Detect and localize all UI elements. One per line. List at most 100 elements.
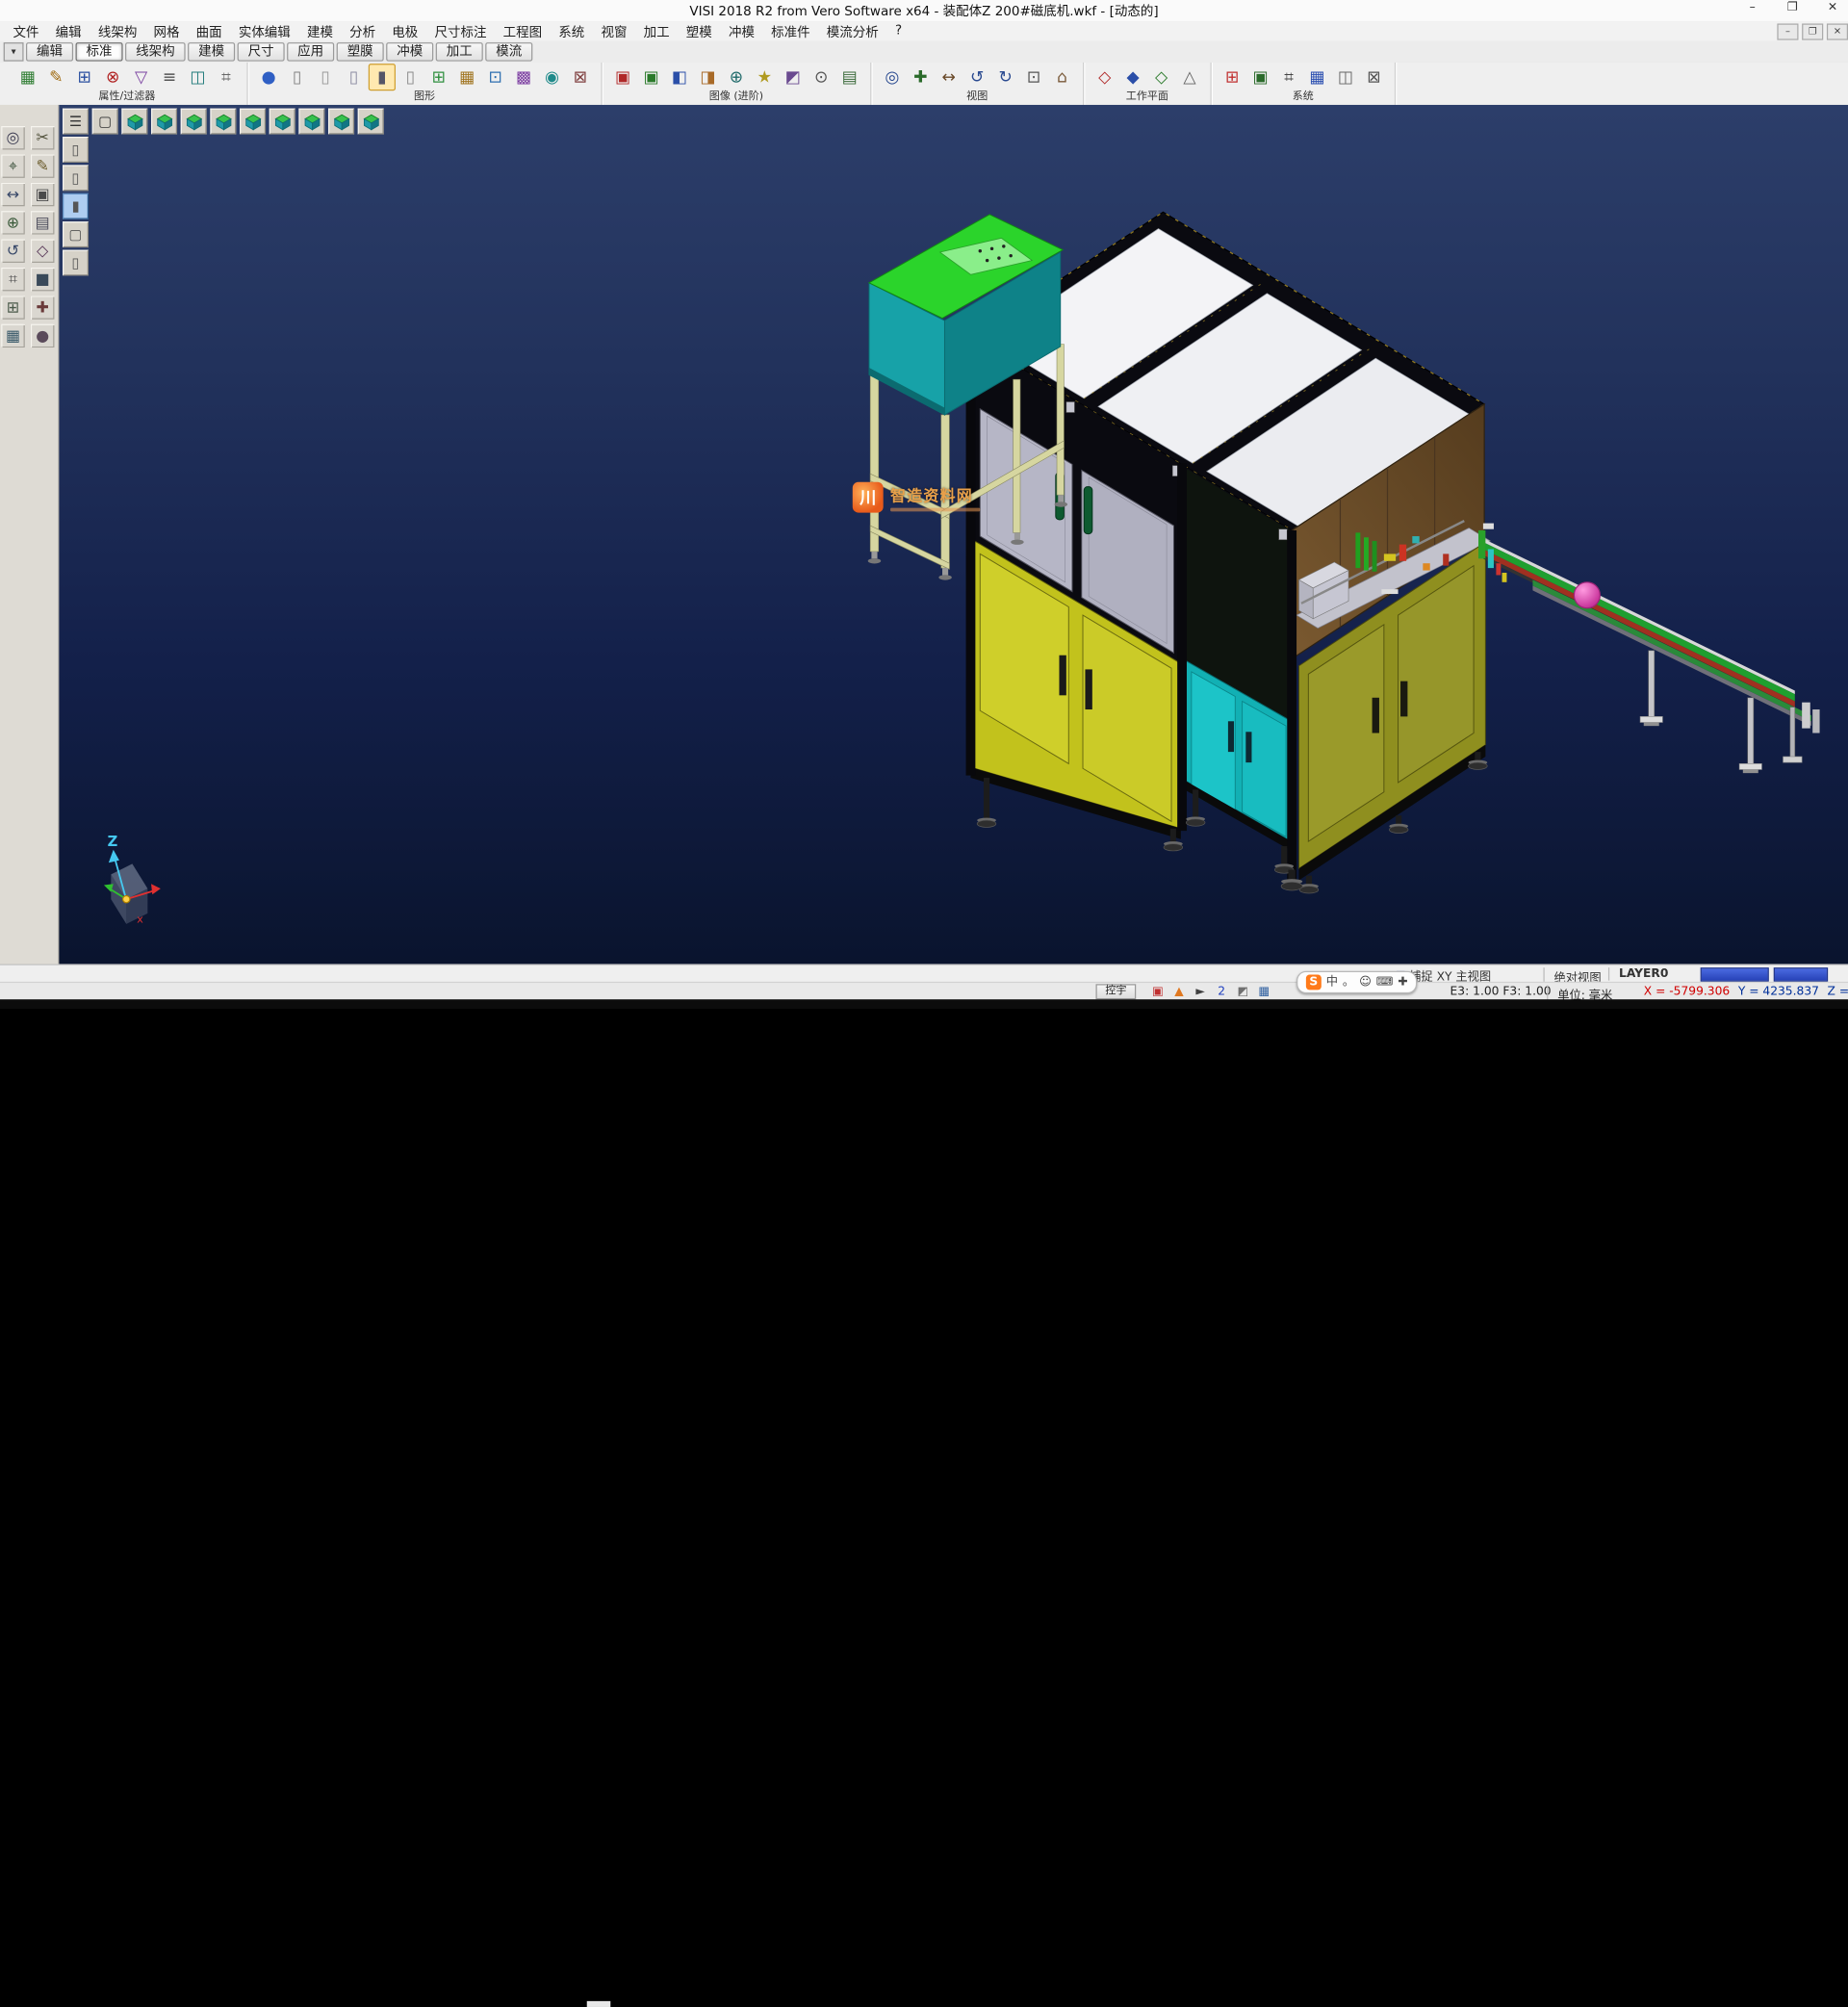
zoom-in-icon[interactable]: ✚ bbox=[907, 64, 934, 90]
grid-tool-icon[interactable]: ⊞ bbox=[1, 296, 25, 319]
child-restore-button[interactable]: ❐ bbox=[1802, 23, 1823, 39]
calculator-icon[interactable]: ⌗ bbox=[1275, 64, 1302, 90]
panel-icon[interactable]: ▣ bbox=[31, 183, 55, 206]
tab-编辑[interactable]: 编辑 bbox=[26, 42, 73, 62]
child-minimize-button[interactable]: – bbox=[1777, 23, 1798, 39]
mask-icon[interactable]: ◫ bbox=[184, 64, 211, 90]
diamond-tool-icon[interactable]: ◇ bbox=[31, 240, 55, 263]
environment-icon[interactable]: ▤ bbox=[836, 64, 863, 90]
tab-dropdown-icon[interactable]: ▾ bbox=[4, 42, 24, 62]
hatch-icon[interactable]: ⌗ bbox=[1, 268, 25, 291]
menu-item-分析[interactable]: 分析 bbox=[342, 20, 384, 41]
viewbar-menu-icon[interactable]: ☰ bbox=[63, 109, 89, 135]
command-button[interactable]: 控宇 bbox=[1096, 984, 1137, 999]
pink-ball-part[interactable] bbox=[1574, 582, 1600, 608]
move-icon[interactable]: ↔ bbox=[1, 183, 25, 206]
dot-tool-icon[interactable]: ● bbox=[31, 324, 55, 347]
menu-item-塑模[interactable]: 塑模 bbox=[678, 20, 720, 41]
pan-icon[interactable]: ↔ bbox=[936, 64, 962, 90]
light-icon[interactable]: ⊡ bbox=[482, 64, 509, 90]
dynamic-render-icon[interactable]: ▮ bbox=[369, 64, 396, 90]
add-geometry-icon[interactable]: ⊕ bbox=[1, 211, 25, 234]
menu-item-冲模[interactable]: 冲模 bbox=[720, 20, 762, 41]
cursor-icon[interactable]: ► bbox=[1193, 984, 1208, 999]
viewport-3d[interactable]: Z x ☰▢ ▯▯▮▢▯ 川 智造资料网 bbox=[59, 105, 1848, 965]
view-plain-icon[interactable]: ▢ bbox=[92, 109, 118, 135]
tab-尺寸[interactable]: 尺寸 bbox=[238, 42, 285, 62]
minimize-button[interactable]: – bbox=[1742, 1, 1763, 13]
zoom-window-icon[interactable]: ◎ bbox=[879, 64, 906, 90]
doc-red-icon[interactable]: ▣ bbox=[1150, 984, 1166, 999]
menu-item-线架构[interactable]: 线架构 bbox=[90, 20, 145, 41]
menu-item-?[interactable]: ? bbox=[886, 20, 910, 41]
wireframe-icon[interactable]: ▯ bbox=[283, 64, 310, 90]
settings-grid-icon[interactable]: ▦ bbox=[1303, 64, 1330, 90]
tab-塑膜[interactable]: 塑膜 bbox=[337, 42, 384, 62]
render-green-icon[interactable]: ▣ bbox=[637, 64, 664, 90]
menu-item-曲面[interactable]: 曲面 bbox=[188, 20, 230, 41]
entity-sheet-icon[interactable]: ▮ bbox=[63, 193, 89, 219]
help-2-icon[interactable]: 2 bbox=[1214, 984, 1229, 999]
sketch-icon[interactable]: ✎ bbox=[31, 154, 55, 177]
reflection-icon[interactable]: ◨ bbox=[694, 64, 721, 90]
view-iso-icon[interactable] bbox=[121, 109, 147, 135]
plane-zx-icon[interactable]: ◇ bbox=[1147, 64, 1174, 90]
element-attributes-icon[interactable]: ▦ bbox=[14, 64, 41, 90]
tab-应用[interactable]: 应用 bbox=[287, 42, 334, 62]
undo-arrow-icon[interactable]: ↺ bbox=[1, 240, 25, 263]
view-bottom-icon[interactable] bbox=[298, 109, 324, 135]
ime-item-4[interactable]: ✚ bbox=[1398, 974, 1407, 990]
maximize-button[interactable]: ❐ bbox=[1782, 1, 1803, 13]
menu-item-建模[interactable]: 建模 bbox=[298, 20, 341, 41]
shadow-icon[interactable]: ◧ bbox=[666, 64, 693, 90]
trim-tool-icon[interactable]: ✂ bbox=[31, 126, 55, 149]
menu-item-模流分析[interactable]: 模流分析 bbox=[818, 20, 886, 41]
child-close-button[interactable]: ✕ bbox=[1827, 23, 1848, 39]
database-icon[interactable]: ◫ bbox=[1332, 64, 1359, 90]
home-view-icon[interactable]: ⌂ bbox=[1048, 64, 1075, 90]
close-button[interactable]: ✕ bbox=[1822, 1, 1843, 13]
taskbar-chip[interactable] bbox=[587, 2001, 611, 2007]
solid-icon[interactable]: ■ bbox=[31, 268, 55, 291]
element-list-icon[interactable]: ≡ bbox=[156, 64, 183, 90]
view-back-icon[interactable] bbox=[270, 109, 295, 135]
door-handle[interactable] bbox=[1084, 487, 1092, 534]
plane-xy-icon[interactable]: ◇ bbox=[1091, 64, 1118, 90]
screen-icon[interactable]: ▦ bbox=[1256, 984, 1271, 999]
render-red-icon[interactable]: ▣ bbox=[609, 64, 636, 90]
rotate-left-icon[interactable]: ↺ bbox=[963, 64, 990, 90]
menu-item-视窗[interactable]: 视窗 bbox=[593, 20, 635, 41]
rotate-right-icon[interactable]: ↻ bbox=[992, 64, 1019, 90]
view-trimetric-icon[interactable] bbox=[358, 109, 384, 135]
menu-item-网格[interactable]: 网格 bbox=[145, 20, 188, 41]
wcs-cylinder-icon[interactable]: ▯ bbox=[63, 137, 89, 163]
gradient-icon[interactable]: ◩ bbox=[780, 64, 807, 90]
texture-icon[interactable]: ▩ bbox=[510, 64, 537, 90]
entity-blank-icon[interactable]: ▢ bbox=[63, 221, 89, 247]
menu-item-加工[interactable]: 加工 bbox=[635, 20, 678, 41]
menu-item-工程图[interactable]: 工程图 bbox=[495, 20, 551, 41]
flame-icon[interactable]: ▲ bbox=[1171, 984, 1187, 999]
plane-free-icon[interactable]: △ bbox=[1176, 64, 1203, 90]
snapshot-icon[interactable]: ⊠ bbox=[567, 64, 594, 90]
layer-indicator[interactable]: LAYER0 bbox=[1608, 967, 1668, 980]
layer-manager-icon[interactable]: ⊞ bbox=[71, 64, 98, 90]
ime-item-3[interactable]: ⌨ bbox=[1376, 974, 1394, 990]
tab-加工[interactable]: 加工 bbox=[436, 42, 483, 62]
ime-item-2[interactable]: ☺ bbox=[1359, 974, 1372, 990]
ime-toolbar[interactable]: S 中。☺⌨✚ bbox=[1296, 971, 1417, 993]
shaded-view-icon[interactable]: ● bbox=[255, 64, 282, 90]
material-icon[interactable]: ▦ bbox=[453, 64, 480, 90]
plane-yz-icon[interactable]: ◆ bbox=[1119, 64, 1146, 90]
menu-item-尺寸标注[interactable]: 尺寸标注 bbox=[426, 20, 495, 41]
tab-模流[interactable]: 模流 bbox=[485, 42, 532, 62]
view-right-icon[interactable] bbox=[210, 109, 236, 135]
tab-线架构[interactable]: 线架构 bbox=[125, 42, 186, 62]
ghost-view-icon[interactable]: ▯ bbox=[340, 64, 367, 90]
view-top-icon[interactable] bbox=[181, 109, 207, 135]
hidden-line-icon[interactable]: ▯ bbox=[312, 64, 339, 90]
menu-item-系统[interactable]: 系统 bbox=[551, 20, 593, 41]
view-front-icon[interactable] bbox=[151, 109, 177, 135]
menu-item-电极[interactable]: 电极 bbox=[384, 20, 426, 41]
exposure-icon[interactable]: ⊙ bbox=[808, 64, 834, 90]
